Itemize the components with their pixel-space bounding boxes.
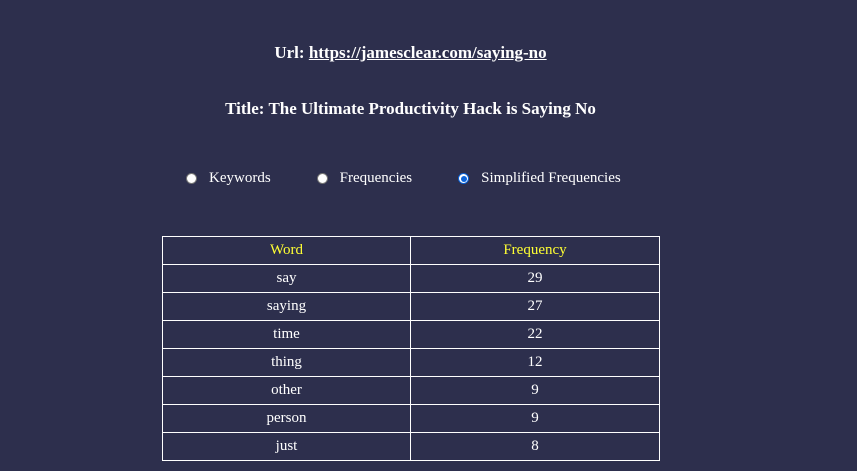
table-row: saying 27 [162, 292, 660, 321]
word-cell: person [162, 404, 411, 433]
table-header-row: Word Frequency [162, 236, 660, 265]
word-cell: thing [162, 348, 411, 377]
table-row: person 9 [162, 404, 660, 433]
table-row: thing 12 [162, 348, 660, 377]
word-cell: just [162, 432, 411, 461]
radio-button-keywords[interactable] [186, 173, 197, 184]
word-cell: saying [162, 292, 411, 321]
radio-label-frequencies: Frequencies [339, 170, 413, 186]
frequency-cell: 8 [410, 432, 660, 461]
radio-label-keywords: Keywords [209, 170, 271, 186]
url-label: Url: [274, 43, 305, 62]
table-row: other 9 [162, 376, 660, 405]
frequency-table: Word Frequency say 29 saying 27 time 22 … [162, 236, 660, 461]
frequency-cell: 9 [410, 404, 660, 433]
word-cell: time [162, 320, 411, 349]
radio-button-frequencies[interactable] [316, 173, 328, 184]
view-mode-radio-group: Keywords Frequencies Simplified Frequenc… [186, 170, 621, 187]
word-cell: say [162, 264, 411, 293]
frequency-cell: 22 [410, 320, 660, 349]
column-header-word: Word [162, 236, 411, 265]
page: Url: https://jamesclear.com/saying-no Ti… [0, 0, 857, 471]
radio-simplified-frequencies[interactable]: Simplified Frequencies [458, 170, 621, 187]
radio-keywords[interactable]: Keywords [186, 170, 317, 187]
url-line: Url: https://jamesclear.com/saying-no [0, 43, 821, 63]
url-link[interactable]: https://jamesclear.com/saying-no [309, 43, 547, 62]
title-label: Title: [225, 99, 265, 118]
column-header-frequency: Frequency [410, 236, 660, 265]
title-text: The Ultimate Productivity Hack is Saying… [268, 99, 596, 118]
radio-label-simplified-frequencies: Simplified Frequencies [481, 170, 621, 186]
frequency-cell: 12 [410, 348, 660, 377]
frequency-cell: 29 [410, 264, 660, 293]
table-row: time 22 [162, 320, 660, 349]
word-cell: other [162, 376, 411, 405]
table-row: say 29 [162, 264, 660, 293]
radio-frequencies[interactable]: Frequencies [316, 170, 458, 187]
frequency-cell: 9 [410, 376, 660, 405]
frequency-cell: 27 [410, 292, 660, 321]
radio-button-simplified-frequencies[interactable] [458, 173, 470, 184]
table-row: just 8 [162, 432, 660, 461]
page-title: Title: The Ultimate Productivity Hack is… [0, 99, 821, 119]
